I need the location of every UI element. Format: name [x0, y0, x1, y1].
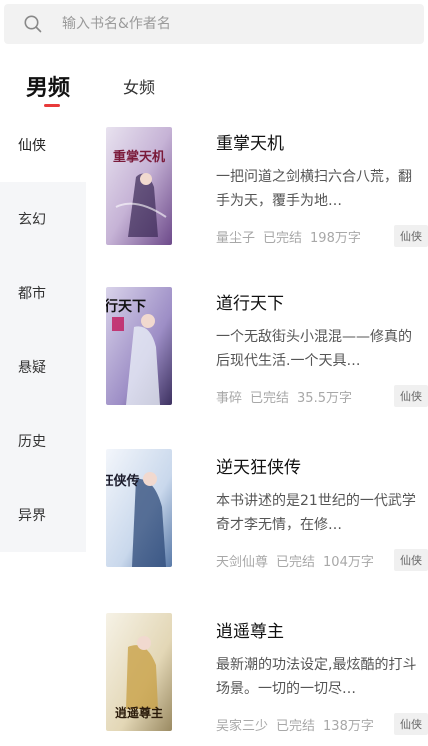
book-meta: 吴家三少 已完结 138万字 [216, 715, 388, 734]
book-status: 已完结 [276, 719, 316, 734]
book-word-count: 35.5万字 [297, 391, 352, 406]
book-title[interactable]: 道行天下 [216, 289, 284, 314]
book-word-count: 198万字 [310, 231, 361, 246]
book-description: 一把问道之剑横扫六合八荒，翻手为天，覆手为地… [216, 169, 412, 209]
book-cover[interactable]: 重掌天机 [106, 127, 172, 245]
book-status: 已完结 [250, 391, 290, 406]
sidebar-item-xuanyi[interactable]: 悬疑 [0, 330, 86, 404]
book-title[interactable]: 重掌天机 [216, 129, 284, 154]
book-word-count: 138万字 [323, 719, 374, 734]
sidebar-item-xuanhuan[interactable]: 玄幻 [0, 182, 86, 256]
search-bar[interactable] [4, 4, 424, 44]
cover-title: 逍遥尊主 [115, 705, 163, 720]
book-description: 本书讲述的是21世纪的一代武学奇才李无情，在修… [216, 493, 416, 533]
book-meta: 量尘子 已完结 198万字 [216, 227, 388, 246]
book-author: 吴家三少 [216, 719, 269, 734]
book-title[interactable]: 逆天狂侠传 [216, 453, 301, 478]
book-author: 量尘子 [216, 231, 256, 246]
book-item[interactable]: 道行天下 道行天下 一个无敌街头小混混——修真的后现代生活.一个天具… 事碎已完… [106, 287, 428, 447]
cover-title: 道行天下 [106, 298, 146, 315]
book-description: 最新潮的功法设定,最炫酷的打斗场景。一切的一切尽… [216, 657, 417, 697]
genre-badge: 仙侠 [394, 385, 428, 407]
tab-female[interactable]: 女频 [123, 74, 155, 98]
book-description: 一个无敌街头小混混——修真的后现代生活.一个天具… [216, 329, 412, 369]
genre-badge: 仙侠 [394, 713, 428, 735]
book-status: 已完结 [276, 555, 316, 570]
book-meta: 事碎 已完结 35.5万字 [216, 387, 388, 406]
book-word-count: 104万字 [323, 555, 374, 570]
book-item[interactable]: 逍遥尊主 逍遥尊主 最新潮的功法设定,最炫酷的打斗场景。一切的一切尽… 吴家三少… [106, 613, 428, 746]
book-status: 已完结 [263, 231, 303, 246]
tab-male[interactable]: 男频 [26, 70, 70, 102]
sidebar-item-xianxia[interactable]: 仙侠 [0, 108, 86, 182]
book-author: 天剑仙尊 [216, 555, 269, 570]
book-author: 事碎 [216, 391, 243, 406]
book-title[interactable]: 逍遥尊主 [216, 617, 284, 642]
book-item[interactable]: 狂侠传 逆天狂侠传 本书讲述的是21世纪的一代武学奇才李无情，在修… 天剑仙尊已… [106, 449, 428, 611]
sidebar-item-lishi[interactable]: 历史 [0, 404, 86, 478]
genre-badge: 仙侠 [394, 225, 428, 247]
genre-badge: 仙侠 [394, 549, 428, 571]
book-item[interactable]: 重掌天机 重掌天机 一把问道之剑横扫六合八荒，翻手为天，覆手为地… 量尘子 已完结… [106, 127, 428, 287]
sidebar-item-dushi[interactable]: 都市 [0, 256, 86, 330]
book-cover[interactable]: 逍遥尊主 [106, 613, 172, 731]
book-meta: 天剑仙尊 已完结 104万字 [216, 551, 388, 570]
cover-title: 重掌天机 [113, 149, 165, 165]
active-tab-indicator [44, 104, 60, 107]
search-icon [4, 4, 62, 44]
cover-title: 狂侠传 [106, 473, 140, 489]
book-list: 重掌天机 重掌天机 一把问道之剑横扫六合八荒，翻手为天，覆手为地… 量尘子 已完结… [106, 127, 428, 746]
category-sidebar: 仙侠 玄幻 都市 悬疑 历史 异界 [0, 108, 86, 552]
search-input[interactable] [62, 4, 392, 44]
book-cover[interactable]: 道行天下 [106, 287, 172, 405]
sidebar-item-yijie[interactable]: 异界 [0, 478, 86, 552]
book-cover[interactable]: 狂侠传 [106, 449, 172, 567]
